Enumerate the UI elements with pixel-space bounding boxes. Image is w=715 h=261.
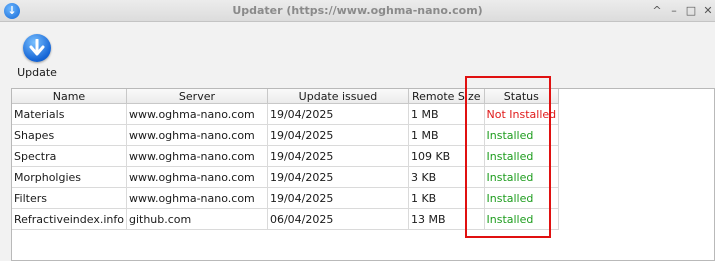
column-header-server[interactable]: Server: [126, 89, 268, 104]
table-row[interactable]: Filters www.oghma-nano.com 19/04/2025 1 …: [12, 187, 560, 209]
cell-status: Installed: [484, 208, 560, 230]
cell-remote-size: 1 MB: [408, 124, 485, 146]
cell-name: Spectra: [12, 145, 127, 167]
cell-server: github.com: [126, 208, 268, 230]
title-bar: ↓ Updater (https://www.oghma-nano.com) ^…: [0, 0, 715, 22]
shade-icon[interactable]: ^: [649, 3, 665, 19]
cell-server: www.oghma-nano.com: [126, 103, 268, 125]
table-row[interactable]: Refractiveindex.info github.com 06/04/20…: [12, 208, 560, 230]
cell-remote-size: 1 KB: [408, 187, 485, 209]
table-row[interactable]: Materials www.oghma-nano.com 19/04/2025 …: [12, 103, 560, 125]
cell-name: Shapes: [12, 124, 127, 146]
column-header-remote-size[interactable]: Remote Size: [408, 89, 485, 104]
cell-remote-size: 13 MB: [408, 208, 485, 230]
table-row[interactable]: Morpholgies www.oghma-nano.com 19/04/202…: [12, 166, 560, 188]
close-icon[interactable]: ✕: [700, 3, 715, 19]
cell-update-issued: 19/04/2025: [267, 145, 409, 167]
cell-status: Installed: [484, 187, 560, 209]
cell-update-issued: 19/04/2025: [267, 103, 409, 125]
cell-server: www.oghma-nano.com: [126, 166, 268, 188]
table-row[interactable]: Shapes www.oghma-nano.com 19/04/2025 1 M…: [12, 124, 560, 146]
cell-update-issued: 19/04/2025: [267, 124, 409, 146]
minimize-icon[interactable]: –: [666, 3, 682, 19]
cell-server: www.oghma-nano.com: [126, 124, 268, 146]
cell-name: Materials: [12, 103, 127, 125]
maximize-icon[interactable]: □: [683, 3, 699, 19]
cell-name: Morpholgies: [12, 166, 127, 188]
cell-server: www.oghma-nano.com: [126, 187, 268, 209]
cell-update-issued: 19/04/2025: [267, 166, 409, 188]
cell-update-issued: 19/04/2025: [267, 187, 409, 209]
table-row[interactable]: Spectra www.oghma-nano.com 19/04/2025 10…: [12, 145, 560, 167]
cell-name: Filters: [12, 187, 127, 209]
download-arrow-icon: [23, 34, 51, 62]
cell-status: Not Installed: [484, 103, 560, 125]
column-header-name[interactable]: Name: [12, 89, 127, 104]
cell-remote-size: 109 KB: [408, 145, 485, 167]
table-header-row: Name Server Update issued Remote Size St…: [12, 89, 560, 104]
update-button-label: Update: [17, 66, 57, 79]
cell-update-issued: 06/04/2025: [267, 208, 409, 230]
cell-status: Installed: [484, 145, 560, 167]
cell-remote-size: 3 KB: [408, 166, 485, 188]
window-title: Updater (https://www.oghma-nano.com): [232, 4, 483, 17]
column-header-status[interactable]: Status: [484, 89, 560, 104]
column-header-update-issued[interactable]: Update issued: [267, 89, 409, 104]
cell-remote-size: 1 MB: [408, 103, 485, 125]
cell-status: Installed: [484, 124, 560, 146]
cell-status: Installed: [484, 166, 560, 188]
cell-name: Refractiveindex.info: [12, 208, 127, 230]
cell-server: www.oghma-nano.com: [126, 145, 268, 167]
update-button[interactable]: Update: [12, 34, 62, 80]
updates-table[interactable]: Name Server Update issued Remote Size St…: [11, 88, 715, 261]
